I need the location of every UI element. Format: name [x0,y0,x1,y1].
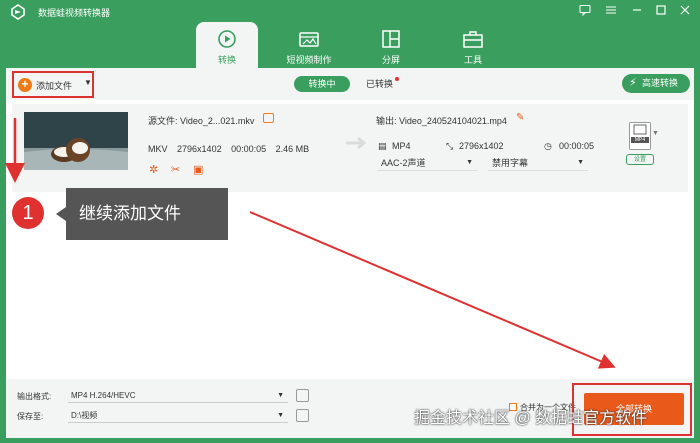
plus-icon: + [18,78,32,92]
instruction-tooltip: 继续添加文件 [66,188,228,240]
tab-short-video[interactable]: 短视频制作 [278,22,340,68]
tab-converted[interactable]: 已转换 [366,76,393,92]
film-icon: ▤ [378,141,387,151]
output-format-button[interactable]: MP4 [629,122,651,150]
high-speed-label: 高速转换 [642,78,679,88]
tab-split-screen[interactable]: 分屏 [360,22,422,68]
close-icon[interactable] [678,4,692,18]
app-title: 数据蛙视频转换器 [38,8,111,18]
tab-split-screen-label: 分屏 [381,55,400,65]
output-format: MP4 [392,141,411,151]
cut-icon[interactable]: ✂ [171,164,183,176]
lightning-icon: ⚡ [629,77,637,89]
format-badge: MP4 [631,137,649,143]
chevron-down-icon: ▼ [277,412,284,419]
pencil-icon[interactable]: ✎ [516,112,524,123]
toolbox-icon [463,31,483,48]
split-screen-icon [382,30,400,48]
source-duration: 00:00:05 [231,144,267,154]
tab-convert-label: 转换 [217,55,236,65]
output-file-name: 输出: Video_240524104021.mp4 [376,116,507,126]
toolbar: + 添加文件 ▼ 转换中 已转换 ⚡ 高速转换 [6,68,694,100]
source-file-name: 源文件: Video_2...021.mkv [148,116,255,126]
clock-icon: ◷ [544,141,552,151]
save-path-value: D:\视频 [71,411,98,420]
title-bar: 数据蛙视频转换器 [0,0,700,24]
video-thumbnail[interactable] [24,112,128,170]
output-resolution: 2796x1402 [459,141,504,151]
add-file-label: 添加文件 [36,81,73,91]
add-file-button[interactable]: + 添加文件 ▼ [12,71,94,98]
arrow-right-icon [346,136,367,150]
source-size: 2.46 MB [275,144,310,154]
tab-convert[interactable]: 转换 [196,22,258,68]
subtitle-value: 禁用字幕 [492,158,529,168]
chevron-down-icon[interactable]: ▼ [652,130,659,137]
tab-tools-label: 工具 [463,55,482,65]
settings-button[interactable]: 设置 [626,154,654,165]
chevron-down-icon: ▼ [466,159,473,166]
app-logo-icon [11,4,25,20]
tab-tools[interactable]: 工具 [442,22,504,68]
output-format-label: 输出格式: [17,392,52,401]
convert-icon [218,30,236,48]
source-resolution: 2796x1402 [177,144,222,154]
tooltip-notch [56,207,66,221]
main-panel: + 添加文件 ▼ 转换中 已转换 ⚡ 高速转换 源文件: Video_2...0… [6,68,694,438]
audio-track-value: AAC-2声道 [381,158,426,168]
tab-short-video-label: 短视频制作 [286,55,332,65]
folder-icon[interactable] [296,409,309,422]
chevron-down-icon[interactable]: ▼ [84,78,92,87]
format-settings-icon[interactable] [296,389,309,402]
maximize-icon[interactable] [654,4,668,18]
chat-icon[interactable] [578,4,592,18]
output-duration: 00:00:05 [559,141,595,151]
film-icon [633,124,647,135]
resize-icon: ⤡ [446,141,454,151]
tab-converting[interactable]: 转换中 [294,76,350,92]
chevron-down-icon: ▼ [577,159,584,166]
enhance-icon[interactable]: ✲ [149,164,161,176]
audio-track-select[interactable]: AAC-2声道 ▼ [377,155,477,171]
info-icon[interactable] [263,113,274,123]
source-format: MKV [148,144,168,154]
output-format-value: MP4 H.264/HEVC [71,391,136,400]
short-video-icon [299,32,319,47]
step-number-badge: 1 [12,197,44,229]
file-item: 源文件: Video_2...021.mkv MKV 2796x1402 00:… [12,104,688,192]
subtitle-select[interactable]: 禁用字幕 ▼ [488,155,588,171]
menu-icon[interactable] [604,4,618,18]
save-path-select[interactable]: D:\视频 ▼ [68,408,288,423]
notification-dot [395,77,399,81]
save-to-label: 保存至: [17,412,44,421]
output-format-select[interactable]: MP4 H.264/HEVC ▼ [68,388,288,403]
app-window: 数据蛙视频转换器 转换 短视频制作 分屏 工具 + 添加文件 ▼ 转换中 已转换… [0,0,700,443]
watermark: 掘金技术社区 @ 数据蛙官方软件 [414,410,648,427]
source-meta: MKV 2796x1402 00:00:05 2.46 MB [148,144,316,154]
high-speed-convert-button[interactable]: ⚡ 高速转换 [622,74,690,93]
chevron-down-icon: ▼ [277,392,284,399]
edit-effects-icon[interactable]: ▣ [193,164,205,176]
minimize-icon[interactable] [630,4,644,18]
